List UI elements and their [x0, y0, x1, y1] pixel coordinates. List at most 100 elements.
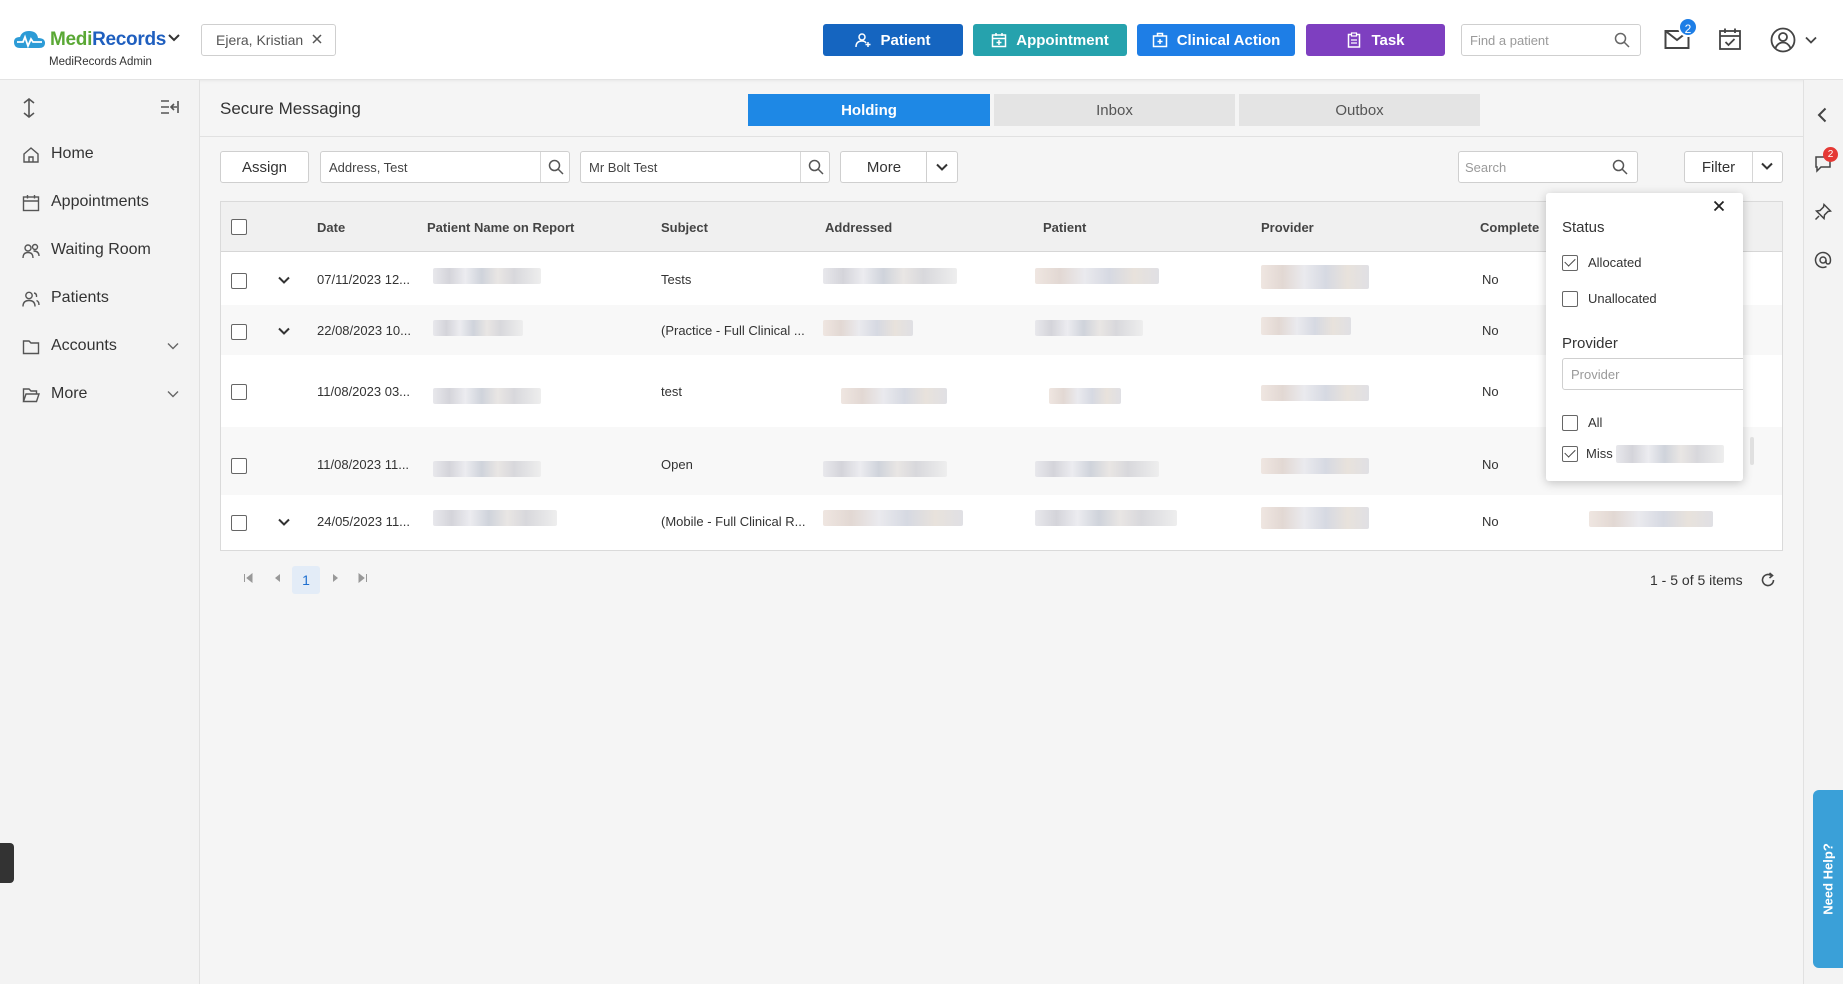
redacted-provider: [1261, 265, 1369, 289]
items-count: 1 - 5 of 5 items: [1650, 572, 1743, 588]
complete-cell: No: [1482, 323, 1499, 338]
current-patient-chip[interactable]: Ejera, Kristian: [201, 24, 336, 56]
find-patient-input[interactable]: [1470, 26, 1610, 54]
provider-all-checkbox[interactable]: [1562, 415, 1578, 431]
user-account-icon[interactable]: [1770, 27, 1796, 53]
expand-row-icon[interactable]: [278, 276, 290, 284]
clinical-action-button[interactable]: Clinical Action: [1137, 24, 1295, 56]
app-logo[interactable]: MediRecords: [12, 28, 166, 52]
close-icon[interactable]: [1713, 200, 1725, 212]
find-patient-field[interactable]: [1461, 24, 1641, 56]
calendar-plus-icon: [992, 33, 1007, 48]
column-header-subject[interactable]: Subject: [661, 220, 708, 235]
redacted-patient-name: [433, 320, 523, 336]
more-actions-dropdown[interactable]: [926, 151, 958, 183]
row-checkbox[interactable]: [231, 384, 247, 400]
table-row[interactable]: 24/05/2023 11... (Mobile - Full Clinical…: [221, 495, 1782, 550]
date-cell: 07/11/2023 12...: [317, 272, 411, 287]
patient-search-field[interactable]: Mr Bolt Test: [580, 151, 830, 183]
new-task-button[interactable]: Task: [1306, 24, 1445, 56]
previous-page-icon[interactable]: [273, 573, 281, 583]
provider-miss-checkbox[interactable]: [1562, 446, 1578, 462]
filter-scrollbar[interactable]: [1750, 437, 1754, 465]
current-page-number[interactable]: 1: [292, 566, 320, 594]
column-header-date[interactable]: Date: [317, 220, 345, 235]
message-search-input[interactable]: [1465, 153, 1605, 181]
redacted-patient: [1035, 510, 1177, 526]
redacted-extra: [1589, 511, 1713, 527]
redacted-provider: [1261, 458, 1369, 474]
mail-badge: 2: [1678, 17, 1698, 37]
sidebar-item-patients[interactable]: Patients: [0, 279, 200, 319]
pin-icon[interactable]: [1814, 203, 1832, 221]
provider-filter-field[interactable]: [1562, 358, 1743, 390]
column-header-complete[interactable]: Complete: [1480, 220, 1539, 235]
expand-row-icon[interactable]: [278, 518, 290, 526]
sidebar: Home Appointments Waiting Room Patients …: [0, 80, 200, 984]
row-checkbox[interactable]: [231, 324, 247, 340]
unallocated-checkbox[interactable]: [1562, 291, 1578, 307]
sidebar-item-waiting-room[interactable]: Waiting Room: [0, 231, 200, 271]
allocated-checkbox[interactable]: [1562, 255, 1578, 271]
collapse-sidebar-icon[interactable]: [160, 99, 180, 115]
complete-cell: No: [1482, 457, 1499, 472]
sidebar-item-home[interactable]: Home: [0, 135, 200, 175]
allocated-label: Allocated: [1588, 255, 1642, 270]
sidebar-item-more[interactable]: More: [0, 375, 200, 415]
last-page-icon[interactable]: [358, 573, 368, 583]
chevron-left-icon[interactable]: [1817, 107, 1827, 123]
search-icon[interactable]: [1612, 159, 1628, 175]
resize-vertical-icon[interactable]: [22, 98, 36, 118]
date-cell: 24/05/2023 11...: [317, 514, 411, 529]
tab-holding[interactable]: Holding: [748, 94, 990, 126]
chevron-down-icon[interactable]: [168, 33, 180, 43]
column-header-addressed[interactable]: Addressed: [825, 220, 892, 235]
sidebar-item-accounts[interactable]: Accounts: [0, 327, 200, 367]
select-all-checkbox[interactable]: [231, 219, 247, 235]
filter-button[interactable]: Filter: [1684, 151, 1783, 183]
assign-button[interactable]: Assign: [220, 151, 309, 183]
search-icon[interactable]: [1614, 32, 1630, 48]
calendar-icon: [22, 195, 40, 212]
row-checkbox[interactable]: [231, 273, 247, 289]
subject-cell: (Practice - Full Clinical ...: [661, 323, 805, 338]
close-icon[interactable]: [311, 33, 323, 45]
divider: [1752, 152, 1753, 182]
next-page-icon[interactable]: [332, 573, 340, 583]
side-dock-tab[interactable]: [0, 843, 14, 883]
search-icon[interactable]: [548, 159, 564, 175]
new-appointment-button[interactable]: Appointment: [973, 24, 1127, 56]
subject-cell: Tests: [661, 272, 692, 287]
date-cell: 11/08/2023 11...: [317, 457, 410, 472]
complete-cell: No: [1482, 384, 1499, 399]
address-search-field[interactable]: Address, Test: [320, 151, 570, 183]
more-actions-button[interactable]: More: [840, 151, 927, 183]
filter-label: Filter: [1701, 159, 1736, 176]
column-header-provider[interactable]: Provider: [1261, 220, 1314, 235]
chevron-down-icon[interactable]: [1805, 36, 1817, 45]
home-icon: [23, 147, 39, 163]
column-header-patient-name[interactable]: Patient Name on Report: [427, 220, 574, 235]
calendar-check-icon[interactable]: [1718, 27, 1742, 51]
row-checkbox[interactable]: [231, 515, 247, 531]
expand-row-icon[interactable]: [278, 327, 290, 335]
tab-inbox[interactable]: Inbox: [994, 94, 1235, 126]
first-page-icon[interactable]: [243, 573, 253, 583]
cloud-logo-icon: [14, 31, 45, 49]
search-icon[interactable]: [808, 159, 824, 175]
sidebar-item-appointments[interactable]: Appointments: [0, 183, 200, 223]
redacted-addressed: [823, 461, 947, 477]
message-search-field[interactable]: [1458, 151, 1638, 183]
person-add-icon: [855, 33, 871, 48]
column-header-patient[interactable]: Patient: [1043, 220, 1086, 235]
new-patient-button[interactable]: Patient: [823, 24, 963, 56]
refresh-icon[interactable]: [1760, 572, 1776, 588]
chevron-down-icon[interactable]: [1761, 162, 1773, 170]
at-mention-icon[interactable]: [1814, 251, 1832, 269]
top-bar: MediRecords MediRecords Admin Ejera, Kri…: [0, 0, 1843, 80]
provider-filter-input[interactable]: [1571, 360, 1743, 388]
tab-outbox[interactable]: Outbox: [1239, 94, 1480, 126]
redacted-patient-name: [433, 388, 541, 404]
row-checkbox[interactable]: [231, 458, 247, 474]
need-help-button[interactable]: Need Help?: [1813, 790, 1843, 968]
